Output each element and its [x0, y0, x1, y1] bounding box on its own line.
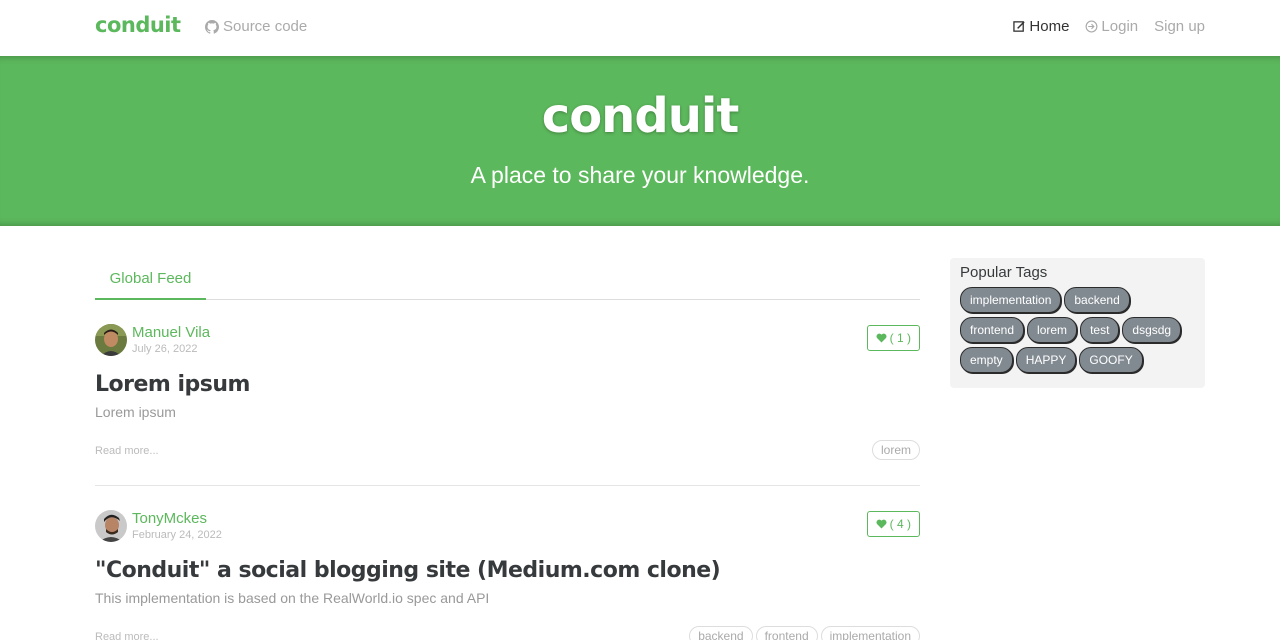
hero-banner: conduit A place to share your knowledge. — [0, 56, 1280, 226]
nav-login[interactable]: Login — [1085, 18, 1138, 35]
avatar[interactable] — [95, 324, 127, 356]
article-tag: implementation — [820, 626, 920, 640]
popular-tags-panel: Popular Tags implementation backend fron… — [950, 258, 1205, 388]
author-link[interactable]: TonyMckes — [132, 510, 207, 527]
nav-signup-label: Sign up — [1154, 18, 1205, 35]
article-date: July 26, 2022 — [132, 343, 198, 355]
nav-login-label: Login — [1101, 18, 1139, 35]
tag-pill[interactable]: frontend — [960, 317, 1025, 343]
feed-tabs: Global Feed — [95, 258, 920, 300]
source-code-label: Source code — [223, 18, 308, 35]
tab-global-feed[interactable]: Global Feed — [95, 258, 206, 300]
favorite-count: ( 4 ) — [889, 517, 911, 531]
navbar: conduit Source code Home Login Sign up — [0, 0, 1280, 56]
tag-pill[interactable]: lorem — [1027, 317, 1078, 343]
tag-pill[interactable]: HAPPY — [1015, 347, 1077, 373]
favorite-button[interactable]: ( 1 ) — [866, 325, 920, 351]
banner-title: conduit — [541, 88, 740, 144]
tag-pill[interactable]: GOOFY — [1079, 347, 1143, 373]
tag-pill[interactable]: test — [1080, 317, 1120, 343]
read-more-link[interactable]: Read more... — [95, 631, 159, 640]
compose-icon — [1013, 21, 1026, 32]
tag-pill[interactable]: implementation — [960, 287, 1062, 313]
article-date: February 24, 2022 — [132, 529, 222, 541]
article-tag: backend — [689, 626, 753, 640]
github-icon — [205, 19, 219, 34]
tag-pill[interactable]: dsgsdg — [1122, 317, 1182, 343]
article-tag: frontend — [755, 626, 818, 640]
article-tag: lorem — [871, 440, 920, 460]
tag-pill[interactable]: backend — [1064, 287, 1130, 313]
article-preview: Manuel Vila July 26, 2022 ( 1 ) Lorem ip… — [95, 322, 920, 486]
favorite-button[interactable]: ( 4 ) — [866, 511, 920, 537]
nav-home-label: Home — [1029, 18, 1070, 35]
banner-subtitle: A place to share your knowledge. — [470, 162, 810, 188]
tag-cloud: implementation backend frontend lorem te… — [960, 287, 1195, 373]
article-preview: TonyMckes February 24, 2022 ( 4 ) "Condu… — [95, 508, 920, 640]
brand-logo[interactable]: conduit — [95, 13, 181, 37]
article-description: Lorem ipsum — [95, 404, 176, 420]
tag-pill[interactable]: empty — [960, 347, 1013, 373]
article-description: This implementation is based on the Real… — [95, 590, 490, 606]
source-code-link[interactable]: Source code — [205, 18, 307, 35]
article-tag-list: backend frontend implementation — [689, 626, 920, 640]
nav-home[interactable]: Home — [1013, 18, 1069, 35]
article-tag-list: lorem — [871, 440, 920, 460]
heart-icon — [876, 333, 887, 343]
author-link[interactable]: Manuel Vila — [132, 324, 210, 341]
nav-links: Home Login Sign up — [1013, 18, 1205, 35]
popular-tags-title: Popular Tags — [960, 264, 1048, 281]
article-title[interactable]: "Conduit" a social blogging site (Medium… — [95, 558, 721, 583]
article-title[interactable]: Lorem ipsum — [95, 372, 250, 397]
avatar[interactable] — [95, 510, 127, 542]
heart-icon — [876, 519, 887, 529]
nav-signup[interactable]: Sign up — [1154, 18, 1205, 35]
read-more-link[interactable]: Read more... — [95, 445, 159, 457]
sign-in-icon — [1085, 20, 1098, 33]
favorite-count: ( 1 ) — [889, 331, 911, 345]
